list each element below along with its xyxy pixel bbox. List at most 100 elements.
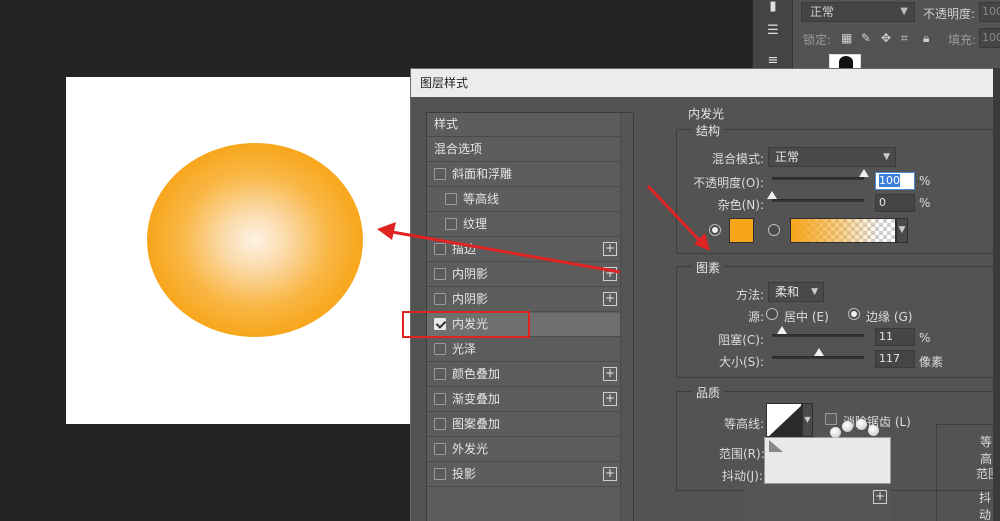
add-style-instance-button[interactable]: +: [603, 392, 617, 406]
lock-label: 锁定:: [803, 33, 832, 47]
contour-curve-icon: [769, 405, 801, 436]
style-list-scrollbar[interactable]: [620, 113, 633, 521]
cursor-ball-icon: [842, 421, 853, 432]
style-item-label: 外发光: [452, 442, 489, 456]
layers-icon[interactable]: ≡: [765, 54, 781, 68]
style-item[interactable]: 混合选项: [427, 138, 621, 162]
source-edge-radio[interactable]: [848, 308, 860, 320]
style-item-label: 颜色叠加: [452, 367, 501, 381]
noise-slider[interactable]: [767, 191, 864, 202]
add-style-instance-button[interactable]: +: [603, 367, 617, 381]
style-item-checkbox[interactable]: [434, 443, 446, 455]
style-item[interactable]: 等高线: [427, 188, 621, 212]
method-label: 方法:: [735, 288, 764, 302]
style-item[interactable]: 内阴影 +: [427, 263, 621, 287]
contour-dropdown[interactable]: ▼: [802, 403, 813, 437]
contour-preset-icon[interactable]: [769, 440, 783, 452]
style-item[interactable]: 渐变叠加 +: [427, 388, 621, 412]
lock-transparent-icon[interactable]: ▦: [841, 31, 852, 45]
size-slider-thumb[interactable]: [814, 348, 824, 356]
style-item-checkbox[interactable]: [445, 193, 457, 205]
gradient-dropdown[interactable]: ▼: [896, 218, 908, 243]
range-label: 范围(R):: [719, 447, 765, 461]
noise-slider-thumb[interactable]: [767, 191, 777, 199]
add-style-instance-button[interactable]: +: [603, 242, 617, 256]
color-radio[interactable]: [709, 224, 721, 236]
opacity-slider-thumb[interactable]: [859, 169, 869, 177]
style-item[interactable]: 描边 +: [427, 238, 621, 262]
opacity-label: 不透明度(O):: [693, 176, 764, 190]
noise-input[interactable]: 0: [875, 194, 915, 212]
contour-swatch[interactable]: [766, 403, 802, 437]
method-value: 柔和: [775, 285, 800, 299]
style-item[interactable]: 颜色叠加 +: [427, 363, 621, 387]
style-item-label: 样式: [434, 117, 459, 131]
method-select[interactable]: 柔和 ▼: [768, 282, 824, 302]
glow-color-swatch[interactable]: [729, 218, 754, 243]
opacity-slider[interactable]: [772, 169, 869, 180]
right-edge-panel: [993, 68, 1000, 521]
add-style-instance-button[interactable]: +: [603, 467, 617, 481]
style-item[interactable]: 外发光: [427, 438, 621, 462]
layer-blend-mode-select[interactable]: 正常 ▼: [801, 2, 915, 22]
lock-move-icon[interactable]: ✥: [881, 31, 891, 45]
layer-thumbnail[interactable]: [829, 54, 861, 68]
contour-label: 等高线:: [723, 417, 764, 431]
style-item-label: 纹理: [463, 217, 488, 231]
add-contour-button[interactable]: +: [873, 490, 887, 504]
choke-slider-thumb[interactable]: [777, 326, 787, 334]
style-item-checkbox[interactable]: [434, 468, 446, 480]
style-item-checkbox[interactable]: [434, 393, 446, 405]
size-slider[interactable]: [772, 348, 864, 359]
lock-all-icon[interactable]: 🔒︎: [923, 31, 929, 46]
choke-slider[interactable]: [772, 326, 864, 337]
contour-picker-popup[interactable]: [764, 437, 891, 484]
style-item-checkbox[interactable]: [434, 343, 446, 355]
lock-artboard-icon[interactable]: ⌗: [901, 31, 908, 46]
quality-title: 品质: [692, 384, 725, 401]
style-item[interactable]: 图案叠加: [427, 413, 621, 437]
opacity-unit: %: [919, 174, 931, 188]
choke-input[interactable]: 11: [875, 328, 915, 346]
style-item-label: 描边: [452, 242, 477, 256]
add-style-instance-button[interactable]: +: [603, 267, 617, 281]
style-item-checkbox[interactable]: [434, 293, 446, 305]
source-center-label: 居中 (E): [784, 310, 829, 324]
style-item-label: 渐变叠加: [452, 392, 501, 406]
source-center-radio[interactable]: [766, 308, 778, 320]
style-item[interactable]: 样式: [427, 113, 621, 137]
style-item-checkbox[interactable]: [434, 418, 446, 430]
glow-gradient-swatch[interactable]: [790, 218, 896, 243]
style-item-checkbox[interactable]: [434, 168, 446, 180]
blend-mode-label: 混合模式:: [711, 152, 764, 166]
lock-paint-icon[interactable]: ✎: [861, 31, 871, 45]
source-edge-label: 边缘 (G): [866, 310, 913, 324]
style-item[interactable]: 斜面和浮雕: [427, 163, 621, 187]
style-item[interactable]: 纹理: [427, 213, 621, 237]
style-item-checkbox[interactable]: [445, 218, 457, 230]
layer-opacity-label: 不透明度:: [923, 7, 976, 21]
style-item-checkbox[interactable]: [434, 368, 446, 380]
brush-icon[interactable]: ▮: [765, 0, 781, 14]
size-input[interactable]: 117: [875, 350, 915, 368]
blend-mode-select[interactable]: 正常 ▼: [768, 147, 896, 167]
noise-unit: %: [919, 196, 931, 210]
style-item-checkbox[interactable]: [434, 243, 446, 255]
antialias-checkbox[interactable]: [825, 413, 837, 425]
opacity-value: 100: [879, 174, 900, 187]
style-item[interactable]: 投影 +: [427, 463, 621, 487]
style-item[interactable]: 光泽: [427, 338, 621, 362]
fill-input[interactable]: 100%: [979, 28, 1000, 48]
style-item[interactable]: 内阴影 +: [427, 288, 621, 312]
style-item-label: 投影: [452, 467, 477, 481]
opacity-input[interactable]: 100: [875, 172, 915, 190]
layer-opacity-input[interactable]: 100%: [979, 2, 1000, 22]
gradient-radio[interactable]: [768, 224, 780, 236]
size-label: 大小(S):: [718, 355, 764, 369]
chevron-down-icon: ▼: [811, 287, 818, 297]
style-item-label: 光泽: [452, 342, 477, 356]
choke-label: 阻塞(C):: [718, 333, 764, 347]
add-style-instance-button[interactable]: +: [603, 292, 617, 306]
style-item-checkbox[interactable]: [434, 268, 446, 280]
adjust-sliders-icon[interactable]: ☰: [765, 24, 781, 38]
